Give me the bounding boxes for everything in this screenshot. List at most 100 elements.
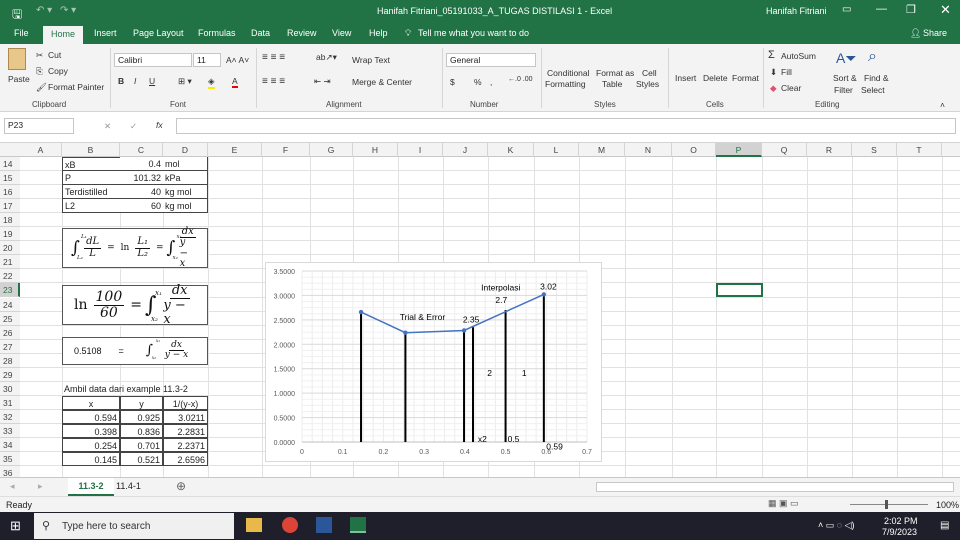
column-header-N[interactable]: N (625, 143, 672, 157)
indent-icon[interactable]: ⇤ ⇥ (314, 76, 331, 87)
taskbar-search[interactable]: ⚲ Type here to search (34, 513, 234, 539)
tab-help[interactable]: Help (369, 28, 388, 38)
windows-start-icon[interactable]: ⊞ (10, 518, 21, 534)
font-color-icon[interactable]: A (232, 76, 238, 88)
notifications-icon[interactable]: ▤ (940, 520, 949, 531)
tab-data[interactable]: Data (251, 28, 270, 38)
italic-button[interactable]: I (134, 76, 136, 86)
table-cell[interactable]: 0.594 (62, 409, 120, 424)
param-unit[interactable]: kPa (163, 171, 208, 186)
grow-font-icon[interactable]: A˄ A˅ (226, 55, 249, 65)
param-value[interactable]: 0.4 (120, 157, 163, 171)
column-header-G[interactable]: G (310, 143, 353, 157)
table-cell[interactable]: 0.398 (62, 423, 120, 438)
word-icon[interactable] (316, 517, 332, 533)
row-header-18[interactable]: 18 (0, 213, 20, 228)
row-header-20[interactable]: 20 (0, 241, 20, 256)
font-size-select[interactable]: 11 (193, 53, 221, 67)
currency-button[interactable]: $ (450, 77, 455, 87)
tab-page-layout[interactable]: Page Layout (133, 28, 184, 38)
tab-insert[interactable]: Insert (94, 28, 117, 38)
column-header-D[interactable]: D (163, 143, 208, 157)
table-cell[interactable]: 0.836 (120, 423, 163, 438)
param-label[interactable]: L2 (62, 199, 120, 214)
user-name[interactable]: Hanifah Fitriani (766, 6, 827, 16)
row-header-27[interactable]: 27 (0, 339, 20, 354)
column-header-T[interactable]: T (897, 143, 942, 157)
param-label[interactable]: xB (62, 157, 120, 171)
clock-time[interactable]: 2:02 PM (884, 516, 918, 526)
equation-2[interactable]: ln 100 60 = ∫ x₁ x₂ dx y − x (62, 284, 208, 326)
table-cell[interactable]: 0.254 (62, 438, 120, 452)
zoom-slider-thumb[interactable] (885, 500, 888, 509)
sort-filter-button[interactable]: Sort & (833, 73, 857, 83)
row-header-35[interactable]: 35 (0, 452, 20, 467)
data-point[interactable] (358, 309, 364, 315)
tab-review[interactable]: Review (287, 28, 317, 38)
find-select-button[interactable]: Find & (864, 73, 889, 83)
column-header-M[interactable]: M (579, 143, 625, 157)
decimal-icon[interactable]: ←.0 .00 (508, 76, 533, 83)
column-header-H[interactable]: H (353, 143, 398, 157)
ribbon-display-icon[interactable]: ▭ (842, 4, 851, 15)
font-name-select[interactable]: Calibri (114, 53, 192, 67)
row-header-16[interactable]: 16 (0, 185, 20, 200)
redo-icon[interactable]: ↷ ▾ (60, 5, 76, 16)
column-header-R[interactable]: R (807, 143, 852, 157)
collapse-ribbon-icon[interactable]: ˄ (940, 100, 945, 110)
row-header-33[interactable]: 33 (0, 423, 20, 438)
row-header-17[interactable]: 17 (0, 199, 20, 214)
row-header-19[interactable]: 19 (0, 227, 20, 242)
align-left-icon[interactable]: ≡ ≡ ≡ (262, 76, 285, 87)
row-header-32[interactable]: 32 (0, 409, 20, 424)
underline-button[interactable]: U (149, 76, 155, 86)
row-header-21[interactable]: 21 (0, 255, 20, 270)
column-header-B[interactable]: B (62, 143, 120, 157)
zoom-level[interactable]: 100% (936, 500, 959, 510)
table-cell[interactable]: 2.6596 (163, 452, 208, 467)
row-header-15[interactable]: 15 (0, 171, 20, 186)
column-header-F[interactable]: F (262, 143, 310, 157)
data-point[interactable] (403, 330, 408, 335)
param-value[interactable]: 40 (120, 185, 163, 200)
chart[interactable]: 0 0.1 0.2 0.3 0.4 0.5 0.6 0.7 0.0000 0.5000 1.0000… (265, 262, 602, 462)
formula-input[interactable] (176, 118, 956, 134)
merge-center-button[interactable]: Merge & Center (352, 77, 412, 87)
paste-button[interactable]: Paste (8, 74, 30, 84)
save-icon[interactable]: 🖫 (12, 5, 22, 26)
format-painter-button[interactable]: Format Painter (48, 82, 104, 92)
copy-button[interactable]: Copy (48, 66, 68, 76)
align-top-icon[interactable]: ≡ ≡ ≡ (262, 52, 285, 63)
table-cell[interactable]: 2.2831 (163, 423, 208, 438)
column-header-S[interactable]: S (852, 143, 897, 157)
equation-1[interactable]: ∫ L₁ L₂ dL L = ln L₁ L₂ = ∫ x₁ x₂ dx y − x (62, 226, 208, 269)
table-header[interactable]: x (62, 395, 120, 410)
fill-color-icon[interactable]: ◈ (208, 76, 215, 89)
row-header-25[interactable]: 25 (0, 311, 20, 326)
prev-sheet-icon[interactable]: ◂ (10, 481, 15, 492)
row-header-31[interactable]: 31 (0, 395, 20, 410)
table-cell[interactable]: 0.145 (62, 452, 120, 467)
horizontal-scrollbar[interactable] (596, 482, 954, 492)
column-header-P[interactable]: P (716, 143, 762, 157)
chrome-icon[interactable] (282, 517, 298, 533)
row-header-28[interactable]: 28 (0, 353, 20, 368)
param-unit[interactable]: kg mol (163, 185, 208, 200)
table-cell[interactable]: 0.521 (120, 452, 163, 467)
fill-button[interactable]: Fill (781, 67, 792, 77)
table-header[interactable]: y (120, 395, 163, 410)
sheet-tab-11-4-1[interactable]: 11.4-1 (116, 481, 141, 491)
selected-cell[interactable] (716, 283, 763, 298)
cut-button[interactable]: Cut (48, 50, 61, 60)
borders-icon[interactable]: ⊞ ▾ (178, 76, 192, 87)
row-header-36[interactable]: 36 (0, 466, 20, 477)
column-header-I[interactable]: I (398, 143, 443, 157)
column-header-K[interactable]: K (488, 143, 534, 157)
param-label[interactable]: P (62, 171, 120, 186)
data-point[interactable] (541, 292, 547, 297)
column-header-O[interactable]: O (672, 143, 716, 157)
format-as-table-button[interactable]: Format as (596, 68, 634, 78)
row-header-14[interactable]: 14 (0, 157, 20, 171)
tab-view[interactable]: View (332, 28, 351, 38)
column-header-E[interactable]: E (208, 143, 262, 157)
